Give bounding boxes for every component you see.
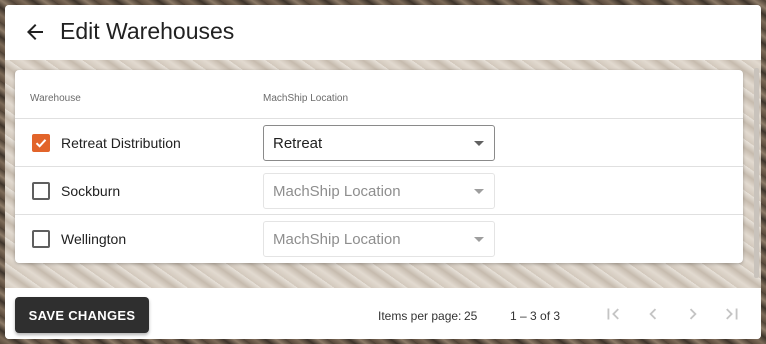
chevron-right-icon — [689, 308, 697, 320]
column-header-machship-location: MachShip Location — [263, 93, 349, 104]
select-placeholder: MachShip Location — [273, 183, 401, 200]
table-row: Wellington MachShip Location — [15, 214, 743, 263]
table-row: Sockburn MachShip Location — [15, 166, 743, 215]
warehouse-checkbox[interactable] — [32, 134, 50, 152]
dropdown-arrow-icon — [474, 189, 484, 194]
content-area: Warehouse MachShip Location Retreat Dist… — [5, 60, 761, 288]
machship-location-select[interactable]: MachShip Location — [263, 221, 495, 257]
checkmark-icon — [35, 139, 47, 148]
warehouse-name: Retreat Distribution — [61, 135, 181, 151]
warehouse-name: Sockburn — [61, 183, 121, 199]
back-button[interactable] — [23, 20, 47, 44]
first-page-icon — [607, 308, 619, 320]
warehouse-checkbox[interactable] — [32, 182, 50, 200]
next-page-button[interactable] — [682, 303, 704, 325]
page-range-label: 1 – 3 of 3 — [510, 309, 561, 323]
machship-location-select[interactable]: Retreat — [263, 125, 495, 161]
items-per-page-label: Items per page: — [378, 309, 462, 323]
save-changes-button[interactable]: SAVE CHANGES — [15, 297, 149, 333]
select-value: Retreat — [273, 135, 323, 152]
dropdown-arrow-icon — [474, 237, 484, 242]
last-page-button[interactable] — [721, 303, 743, 325]
first-page-button[interactable] — [602, 303, 624, 325]
dialog-header: Edit Warehouses — [5, 5, 761, 60]
warehouse-name: Wellington — [61, 231, 127, 247]
edit-warehouses-dialog: Edit Warehouses Warehouse MachShip Locat… — [5, 5, 761, 339]
select-placeholder: MachShip Location — [273, 231, 401, 248]
dialog-footer: SAVE CHANGES Items per page: 25 1 – 3 of… — [5, 288, 761, 339]
items-per-page-select[interactable]: 25 — [464, 309, 477, 323]
page-title: Edit Warehouses — [60, 18, 235, 44]
chevron-left-icon — [649, 308, 657, 320]
arrow-left-icon — [27, 24, 43, 40]
dropdown-arrow-icon — [474, 141, 484, 146]
table-row: Retreat Distribution Retreat — [15, 118, 743, 167]
last-page-icon — [726, 308, 738, 320]
warehouse-table: Warehouse MachShip Location Retreat Dist… — [15, 70, 743, 263]
previous-page-button[interactable] — [642, 303, 664, 325]
column-header-warehouse: Warehouse — [30, 93, 81, 104]
scrollbar[interactable] — [754, 68, 759, 278]
warehouse-checkbox[interactable] — [32, 230, 50, 248]
machship-location-select[interactable]: MachShip Location — [263, 173, 495, 209]
